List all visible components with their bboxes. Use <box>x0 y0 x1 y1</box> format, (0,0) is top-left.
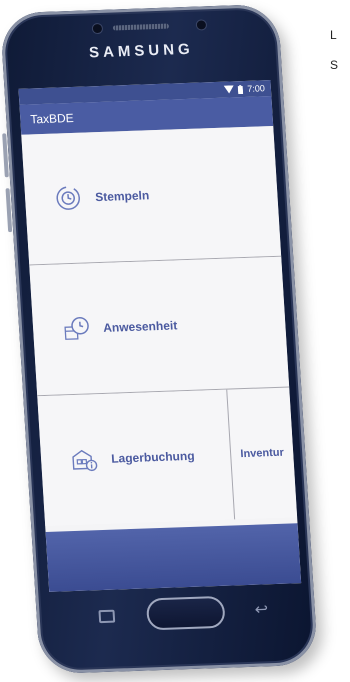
tile-stempeln[interactable]: Stempeln <box>21 125 282 266</box>
tile-lagerbuchung[interactable]: Lagerbuchung <box>37 389 236 527</box>
bottom-bar <box>45 523 302 592</box>
back-icon[interactable]: ↩ <box>254 599 269 619</box>
volume-up-button[interactable] <box>2 133 9 178</box>
phone-screen: 7:00 TaxBDE Stempeln Anwesenheit Lagerbu… <box>18 80 302 592</box>
tile-anwesenheit[interactable]: Anwesenheit <box>29 256 290 397</box>
battery-icon <box>238 84 244 94</box>
tile-label-inventur: Inventur <box>240 446 285 461</box>
earpiece-speaker <box>112 23 170 31</box>
recent-apps-icon[interactable] <box>98 609 116 624</box>
front-camera <box>196 20 207 30</box>
proximity-sensor <box>92 23 103 34</box>
tile-inventur[interactable]: Inventur <box>227 387 298 520</box>
status-time: 7:00 <box>247 83 266 94</box>
phone-brand-logo: SAMSUNG <box>88 40 195 62</box>
phone-device: SAMSUNG 7:00 TaxBDE Stempeln Anwesenheit… <box>0 3 319 675</box>
calendar-clock-icon <box>64 317 89 340</box>
home-button[interactable] <box>145 595 226 631</box>
warehouse-info-icon <box>72 449 98 472</box>
wifi-icon <box>224 85 235 94</box>
tile-label-stempeln: Stempeln <box>94 188 150 205</box>
tile-label-lagerbuchung: Lagerbuchung <box>110 448 195 466</box>
volume-down-button[interactable] <box>5 188 13 233</box>
tile-label-anwesenheit: Anwesenheit <box>102 318 178 335</box>
app-title: TaxBDE <box>29 110 75 127</box>
cropped-text-second: S <box>330 58 339 72</box>
clock-refresh-icon <box>56 186 80 210</box>
bottom-tiles-row: Lagerbuchung Inventur <box>37 387 298 527</box>
cropped-text-top: L <box>330 28 337 42</box>
